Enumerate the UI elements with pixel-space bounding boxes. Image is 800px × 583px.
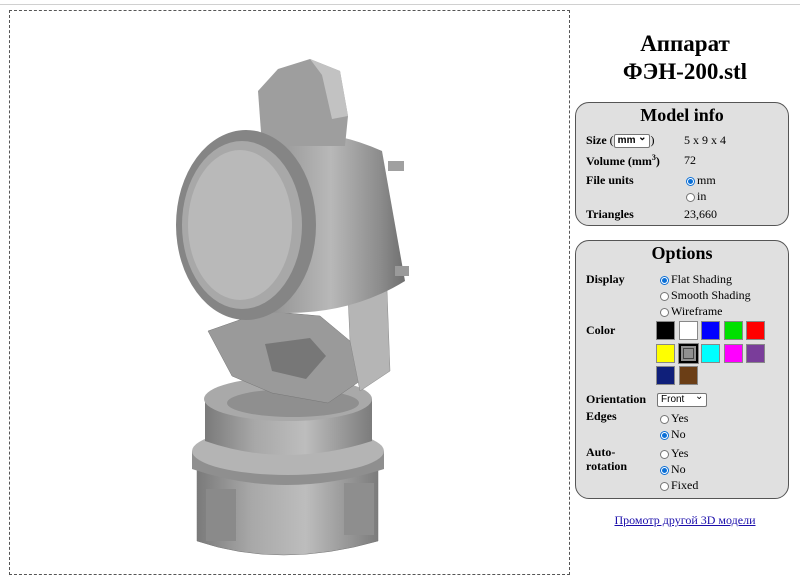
page-title: Аппарат ФЭН-200.stl [574,30,796,86]
color-swatch[interactable] [677,342,699,364]
file-units-in-radio[interactable] [686,192,695,202]
edges-no-radio[interactable] [660,430,669,440]
options-panel: Options Display Flat Shading Smooth Shad… [575,240,789,499]
autorotation-label: Auto-rotation [586,445,628,473]
color-swatch[interactable] [723,321,743,340]
display-wireframe-option[interactable]: Wireframe [660,304,722,319]
file-units-mm-radio[interactable] [686,176,695,186]
size-value: 5 x 9 x 4 [684,133,726,147]
autorotation-fixed-option[interactable]: Fixed [660,478,698,493]
edges-yes-radio[interactable] [660,414,669,424]
color-swatch[interactable] [746,343,765,363]
display-smooth-radio[interactable] [660,291,669,301]
top-divider [0,4,800,5]
size-label: Size (mm) [586,132,654,149]
display-flat-radio[interactable] [660,275,669,285]
model-info-heading: Model info [640,105,724,125]
display-smooth-option[interactable]: Smooth Shading [660,288,751,303]
color-swatch[interactable] [656,321,675,340]
color-swatch[interactable] [678,366,698,385]
orientation-select[interactable]: Front [657,391,708,408]
display-wireframe-radio[interactable] [660,307,669,317]
orientation-select-wrap: Front [657,391,708,409]
title-line-2: ФЭН-200.stl [622,59,748,84]
edges-no-option[interactable]: No [660,427,686,442]
volume-value: 72 [684,153,696,167]
autorotation-yes-radio[interactable] [660,449,669,459]
color-swatch[interactable] [656,343,675,363]
edges-label: Edges [586,409,617,423]
orientation-label: Orientation [586,392,646,406]
other-model-link[interactable]: Промотр другой 3D модели [574,513,796,528]
volume-label: Volume (mm3) [586,153,660,168]
display-flat-option[interactable]: Flat Shading [660,272,732,287]
autorotation-no-option[interactable]: No [660,462,686,477]
edges-yes-option[interactable]: Yes [660,411,688,426]
title-line-1: Аппарат [640,31,730,56]
color-swatch[interactable] [678,321,698,340]
model-render [176,59,409,556]
display-label: Display [586,272,625,286]
triangles-label: Triangles [586,207,634,221]
color-swatch[interactable] [701,343,720,363]
file-units-in-option[interactable]: in [686,189,706,204]
file-units-mm-option[interactable]: mm [686,173,716,188]
color-swatch[interactable] [723,343,743,363]
color-swatch[interactable] [656,366,675,385]
triangles-value: 23,660 [684,207,717,221]
model-info-panel: Model info Size (mm) 5 x 9 x 4 Volume (m… [575,102,789,226]
model-viewer-canvas[interactable] [9,10,570,575]
color-swatch[interactable] [746,321,765,340]
file-units-label: File units [586,173,634,187]
color-label: Color [586,323,616,337]
autorotation-fixed-radio[interactable] [660,481,669,491]
autorotation-yes-option[interactable]: Yes [660,446,688,461]
color-swatch[interactable] [701,321,720,340]
autorotation-no-radio[interactable] [660,465,669,475]
size-unit-select[interactable]: mm [613,132,651,149]
options-heading: Options [651,243,713,263]
